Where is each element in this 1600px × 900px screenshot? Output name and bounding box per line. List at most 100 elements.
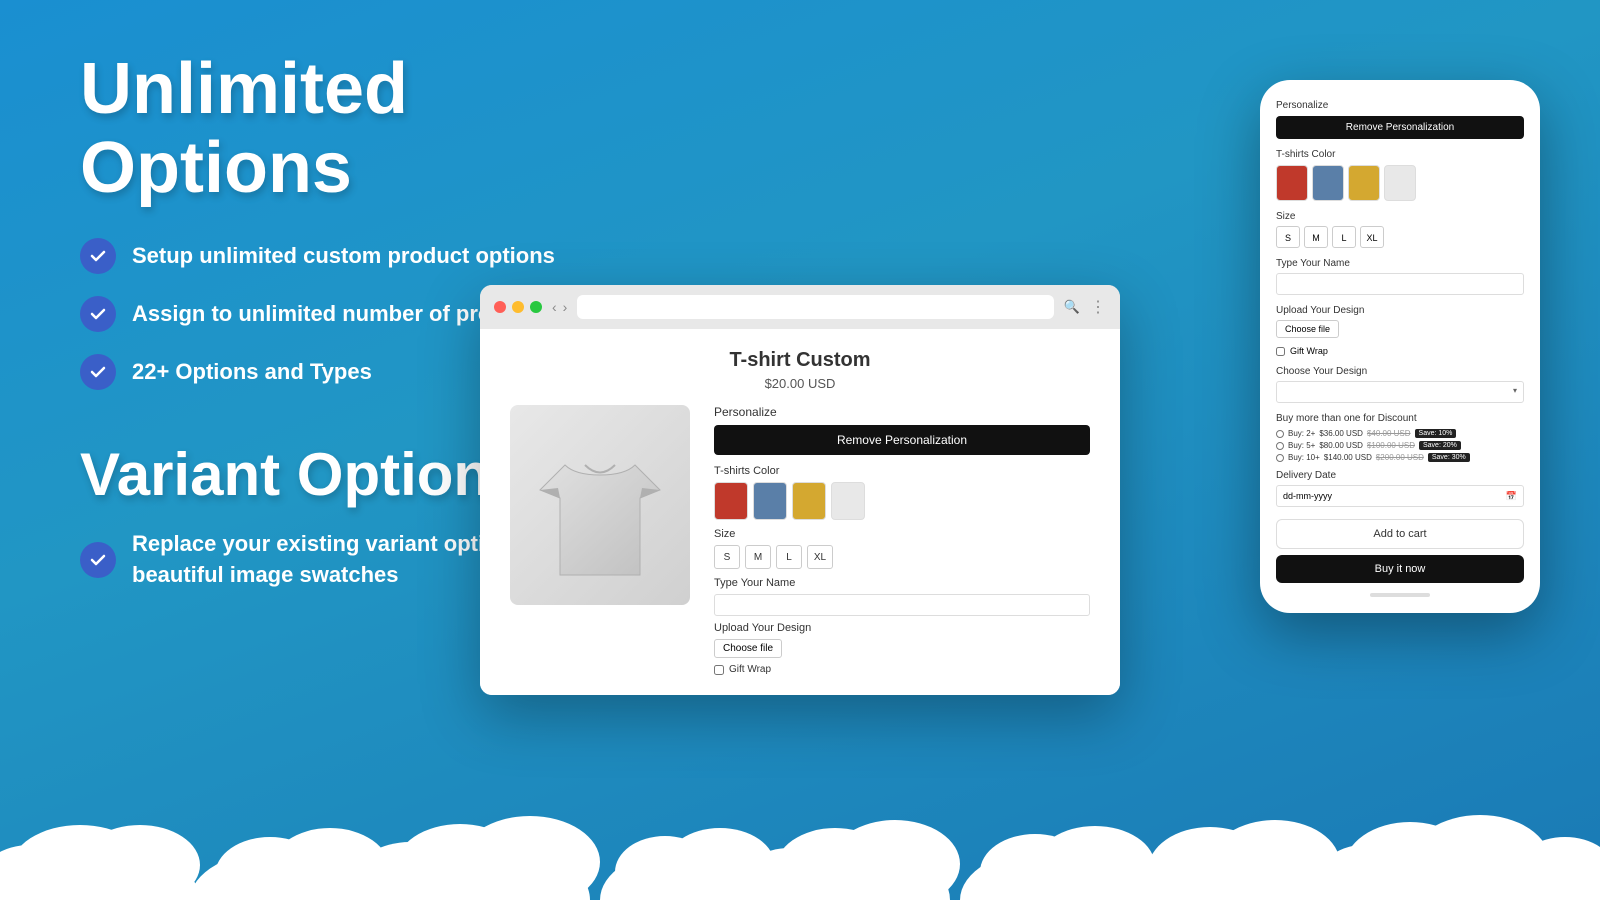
phone-swatch-red[interactable] <box>1276 165 1308 201</box>
phone-discount-radio-2[interactable] <box>1276 442 1284 450</box>
phone-swatch-blue[interactable] <box>1312 165 1344 201</box>
browser-content: T-shirt Custom $20.00 USD <box>480 329 1120 695</box>
browser-personalize-label: Personalize <box>714 405 1090 419</box>
browser-name-input[interactable] <box>714 594 1090 616</box>
phone-add-cart-btn[interactable]: Add to cart <box>1276 519 1524 549</box>
browser-size-label: Size <box>714 528 1090 540</box>
browser-main-area: Personalize Remove Personalization T-shi… <box>510 405 1090 675</box>
phone-color-label: T-shirts Color <box>1276 149 1524 160</box>
check-badge-1 <box>80 238 116 274</box>
color-swatch-red[interactable] <box>714 482 748 520</box>
clouds-decoration <box>0 790 1600 900</box>
phone-size-l[interactable]: L <box>1332 226 1356 248</box>
check-icon-2 <box>88 304 108 324</box>
check-icon-3 <box>88 362 108 382</box>
phone-mockup: Personalize Remove Personalization T-shi… <box>1260 80 1540 613</box>
check-badge-2 <box>80 296 116 332</box>
phone-name-input[interactable] <box>1276 273 1524 295</box>
browser-name-label: Type Your Name <box>714 577 1090 589</box>
phone-color-swatches <box>1276 165 1524 201</box>
search-icon: 🔍 <box>1064 299 1080 315</box>
phone-discount-row-3: Buy: 10+ $140.00 USD $200.00 USD Save: 3… <box>1276 453 1524 462</box>
phone-design-label: Choose Your Design <box>1276 366 1524 377</box>
check-icon-v1 <box>88 550 108 570</box>
phone-swatch-yellow[interactable] <box>1348 165 1380 201</box>
phone-save-badge-1: Save: 10% <box>1415 429 1457 438</box>
browser-product-title: T-shirt Custom <box>510 349 1090 372</box>
phone-scroll-indicator <box>1370 593 1430 597</box>
phone-content: Personalize Remove Personalization T-shi… <box>1276 100 1524 597</box>
phone-discount-price-1: $36.00 USD <box>1319 429 1363 438</box>
phone-sizes: S M L XL <box>1276 226 1524 248</box>
size-xl[interactable]: XL <box>807 545 833 569</box>
browser-gift-wrap-checkbox[interactable] <box>714 665 724 675</box>
phone-design-select[interactable]: ▾ <box>1276 381 1524 403</box>
phone-discount-original-1: $40.00 USD <box>1367 429 1411 438</box>
phone-date-label: Delivery Date <box>1276 470 1524 481</box>
check-icon-1 <box>88 246 108 266</box>
size-s[interactable]: S <box>714 545 740 569</box>
phone-save-badge-3: Save: 30% <box>1428 453 1470 462</box>
calendar-icon: 📅 <box>1506 491 1517 502</box>
phone-choose-file-btn[interactable]: Choose file <box>1276 320 1339 338</box>
phone-discount-prefix-1: Buy: 2+ <box>1288 429 1315 438</box>
phone-discount-row-1: Buy: 2+ $36.00 USD $40.00 USD Save: 10% <box>1276 429 1524 438</box>
browser-url-bar[interactable] <box>577 295 1053 319</box>
browser-gift-wrap-label: Gift Wrap <box>729 664 771 675</box>
phone-date-input[interactable]: dd-mm-yyyy 📅 <box>1276 485 1524 507</box>
phone-discount-price-2: $80.00 USD <box>1319 441 1363 450</box>
dot-maximize[interactable] <box>530 301 542 313</box>
browser-size-options: S M L XL <box>714 545 1090 569</box>
phone-size-m[interactable]: M <box>1304 226 1328 248</box>
color-swatch-yellow[interactable] <box>792 482 826 520</box>
phone-discount-prefix-2: Buy: 5+ <box>1288 441 1315 450</box>
browser-dots <box>494 301 542 313</box>
phone-save-badge-2: Save: 20% <box>1419 441 1461 450</box>
browser-mockup: ‹ › 🔍 ⋮ T-shirt Custom $20.00 USD <box>480 285 1120 695</box>
phone-remove-btn[interactable]: Remove Personalization <box>1276 116 1524 139</box>
phone-discount-original-2: $100.00 USD <box>1367 441 1415 450</box>
phone-gift-wrap-label: Gift Wrap <box>1290 346 1328 356</box>
phone-discount-label: Buy more than one for Discount <box>1276 413 1524 424</box>
phone-size-s[interactable]: S <box>1276 226 1300 248</box>
dot-minimize[interactable] <box>512 301 524 313</box>
main-title: Unlimited Options <box>80 50 630 208</box>
size-l[interactable]: L <box>776 545 802 569</box>
phone-personalize-label: Personalize <box>1276 100 1524 111</box>
nav-forward[interactable]: › <box>563 299 568 315</box>
product-image <box>510 405 690 605</box>
phone-swatch-white[interactable] <box>1384 165 1416 201</box>
phone-discount-original-3: $200.00 USD <box>1376 453 1424 462</box>
dot-close[interactable] <box>494 301 506 313</box>
phone-date-placeholder: dd-mm-yyyy <box>1283 491 1332 501</box>
browser-color-label: T-shirts Color <box>714 465 1090 477</box>
phone-buy-now-btn[interactable]: Buy it now <box>1276 555 1524 583</box>
chevron-down-icon: ▾ <box>1513 386 1517 395</box>
phone-discount-price-3: $140.00 USD <box>1324 453 1372 462</box>
phone-gift-wrap-checkbox[interactable] <box>1276 347 1285 356</box>
feature-item-1: Setup unlimited custom product options <box>80 238 630 274</box>
phone-size-label: Size <box>1276 211 1524 222</box>
browser-bar: ‹ › 🔍 ⋮ <box>480 285 1120 329</box>
check-badge-3 <box>80 354 116 390</box>
phone-name-label: Type Your Name <box>1276 258 1524 269</box>
browser-menu-icon[interactable]: ⋮ <box>1090 297 1106 317</box>
product-options: Personalize Remove Personalization T-shi… <box>714 405 1090 675</box>
color-swatch-white[interactable] <box>831 482 865 520</box>
phone-upload-label: Upload Your Design <box>1276 305 1524 316</box>
browser-gift-wrap-row: Gift Wrap <box>714 664 1090 675</box>
browser-remove-btn[interactable]: Remove Personalization <box>714 425 1090 455</box>
phone-discount-prefix-3: Buy: 10+ <box>1288 453 1320 462</box>
phone-discount-radio-1[interactable] <box>1276 430 1284 438</box>
size-m[interactable]: M <box>745 545 771 569</box>
browser-color-swatches <box>714 482 1090 520</box>
phone-discount-radio-3[interactable] <box>1276 454 1284 462</box>
browser-upload-label: Upload Your Design <box>714 622 1090 634</box>
nav-back[interactable]: ‹ <box>552 299 557 315</box>
browser-product-price: $20.00 USD <box>510 376 1090 391</box>
browser-choose-file-btn[interactable]: Choose file <box>714 639 782 658</box>
phone-gift-wrap-row: Gift Wrap <box>1276 346 1524 356</box>
tshirt-illustration <box>530 420 670 590</box>
phone-size-xl[interactable]: XL <box>1360 226 1384 248</box>
color-swatch-blue[interactable] <box>753 482 787 520</box>
